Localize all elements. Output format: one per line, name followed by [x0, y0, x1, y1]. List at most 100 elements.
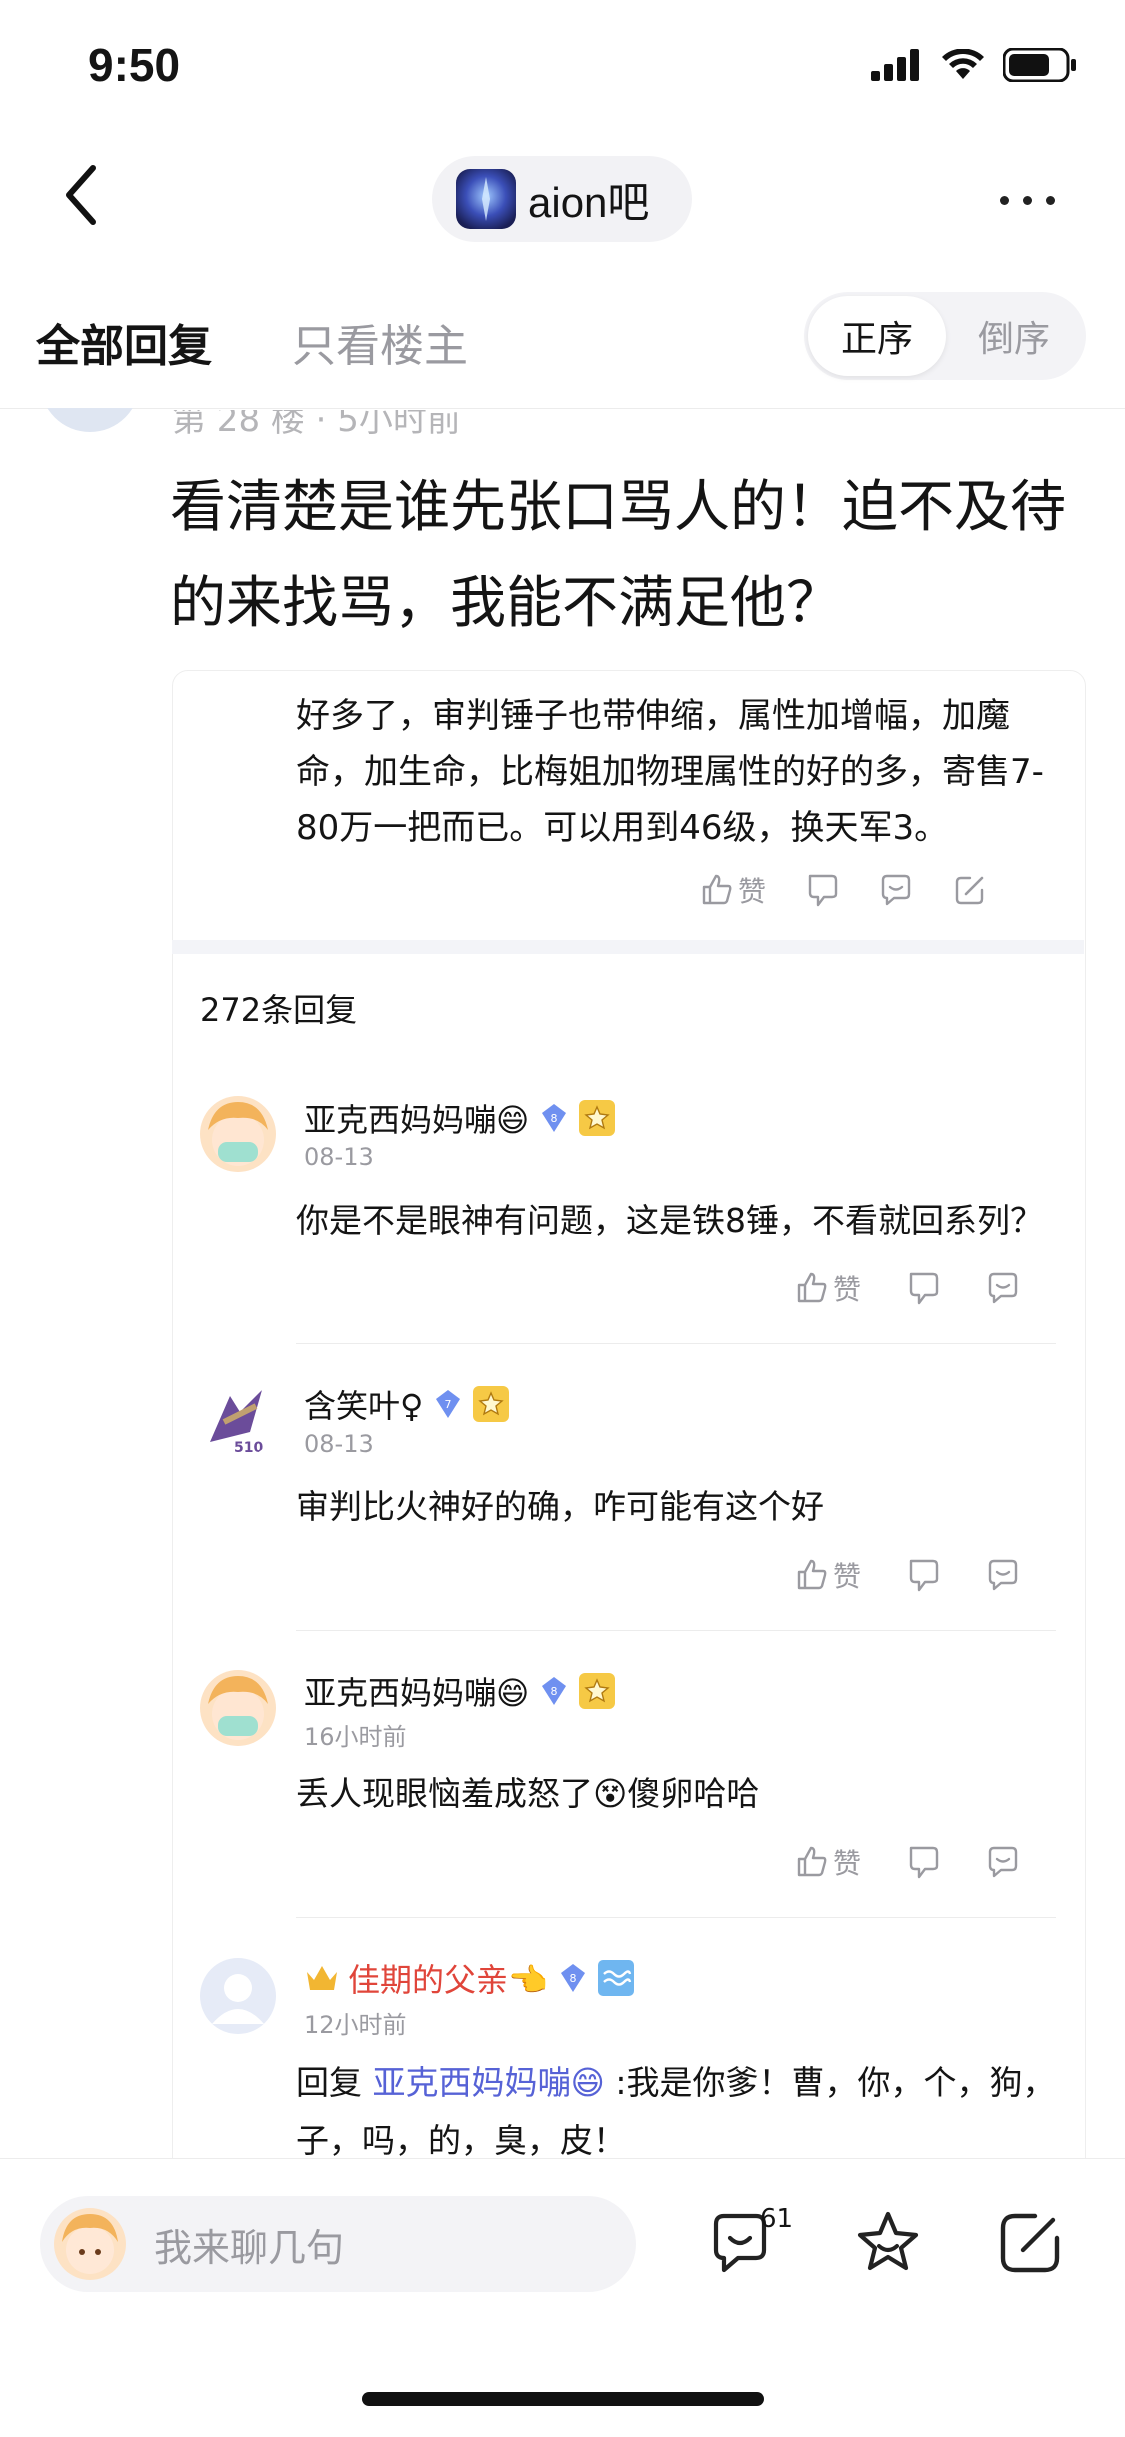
thumbs-down-icon[interactable]: [905, 1270, 941, 1306]
home-indicator: [362, 2392, 764, 2406]
thumbs-up-icon: [797, 1846, 827, 1877]
quoted-reply-actions: 赞: [700, 870, 988, 910]
more-dot-icon: [1000, 195, 1009, 205]
current-user-avatar: [54, 2208, 126, 2280]
like-button[interactable]: 赞: [795, 1842, 861, 1882]
thumbs-up-icon: [797, 1559, 827, 1590]
like-label: 赞: [833, 1273, 862, 1306]
reply-date: 16小时前: [304, 1723, 407, 1751]
battery-icon: [1003, 48, 1076, 82]
thumbs-up-icon: [797, 1272, 827, 1303]
forum-name: aion吧: [528, 178, 650, 226]
back-button[interactable]: [55, 160, 115, 240]
sub-reply-item[interactable]: [200, 1670, 276, 1746]
order-desc-button[interactable]: 倒序: [946, 296, 1082, 376]
cellular-signal-icon: [871, 49, 919, 81]
reply-text-block: 回复 亚克西妈妈嘣😄 :我是你爹！曹，你，个，狗，子，吗，的，臭，皮！: [296, 2054, 1076, 2170]
more-dot-icon: [1046, 195, 1055, 205]
medal-badge-icon: [579, 1100, 616, 1136]
reply-actions: 赞: [795, 1555, 1021, 1595]
crown-icon: [307, 1966, 337, 1990]
sub-reply-item[interactable]: 510: [200, 1382, 276, 1458]
level-badge-icon: 7: [436, 1390, 461, 1418]
quoted-reply-text: 好多了，审判锤子也带伸缩，属性加增幅，加魔命，加生命，比梅姐加物理属性的好的多，…: [296, 696, 1044, 848]
order-toggle: 正序 倒序: [804, 292, 1086, 380]
like-button[interactable]: 赞: [795, 1268, 861, 1308]
reply-username[interactable]: 含笑叶♀: [304, 1381, 423, 1427]
reply-username-row: 佳期的父亲👈 8: [304, 1955, 634, 2001]
reply-date: 12小时前: [304, 2011, 407, 2039]
reply-date: 08-13: [304, 1143, 374, 1171]
level-badge-icon: 8: [560, 1964, 585, 1992]
comment-count-badge: 61: [760, 2204, 794, 2234]
reply-text: 你是不是眼神有问题，这是铁8锤，不看就回系列？: [296, 1201, 1043, 1240]
more-dot-icon: [1023, 195, 1032, 205]
reply-username[interactable]: 佳期的父亲👈: [348, 1955, 548, 2001]
reply-username-row: 亚克西妈妈嘣😄 8 8: [304, 1095, 616, 1141]
reply-to-username[interactable]: 亚克西妈妈嘣😄: [373, 2063, 605, 2102]
reply-divider: [296, 1343, 1056, 1344]
comment-icon[interactable]: [985, 1270, 1021, 1306]
reply-text: 审判比火神好的确，咋可能有这个好: [296, 1487, 824, 1526]
order-asc-button[interactable]: 正序: [808, 296, 946, 376]
comment-icon[interactable]: [985, 1844, 1021, 1880]
header-divider: [0, 408, 1125, 409]
user-avatar[interactable]: [200, 1670, 276, 1746]
forum-title-pill[interactable]: aion吧: [432, 156, 692, 242]
share-button[interactable]: [995, 2208, 1065, 2282]
medal-badge-icon: [473, 1386, 510, 1422]
sub-reply-count[interactable]: 272条回复: [200, 985, 357, 1031]
sub-reply-item[interactable]: [200, 1958, 276, 2034]
sub-reply-item[interactable]: [200, 1096, 276, 1172]
reply-input-placeholder: 我来聊几句: [154, 2225, 345, 2270]
forum-avatar: [456, 169, 516, 229]
reply-divider: [296, 1630, 1056, 1631]
like-button[interactable]: 赞: [795, 1555, 861, 1595]
sub-replies-separator: [172, 940, 1084, 954]
thumbs-down-icon[interactable]: [905, 1557, 941, 1593]
svg-text:8: 8: [569, 1972, 576, 1985]
medal-badge-icon: [579, 1673, 616, 1709]
post-content: 看清楚是谁先张口骂人的！迫不及待的来找骂，我能不满足他？: [170, 475, 1066, 636]
edit-icon[interactable]: [952, 872, 988, 908]
favorite-button[interactable]: [853, 2208, 923, 2282]
reply-date: 08-13: [304, 1430, 374, 1458]
svg-text:510: 510: [234, 1440, 263, 1456]
like-label: 赞: [738, 875, 767, 908]
comment-icon[interactable]: [985, 1557, 1021, 1593]
thumbs-up-icon: [702, 874, 732, 905]
reply-username-row: 亚克西妈妈嘣😄 8: [304, 1668, 616, 1714]
tab-op-only[interactable]: 只看楼主: [292, 310, 468, 374]
like-button[interactable]: 赞: [700, 870, 766, 910]
tab-all-replies[interactable]: 全部回复: [36, 310, 212, 374]
svg-text:8: 8: [551, 1685, 558, 1698]
status-icons: [871, 48, 1077, 82]
star-icon: [857, 2211, 919, 2271]
reply-username-row: 含笑叶♀ 7: [304, 1381, 510, 1427]
level-badge-icon: 8: [542, 1677, 567, 1705]
reply-username[interactable]: 亚克西妈妈嘣😄: [304, 1668, 529, 1714]
reply-actions: 赞: [795, 1842, 1021, 1882]
status-time: 9:50: [88, 39, 181, 91]
reply-prefix: 回复: [296, 2063, 362, 2102]
user-avatar[interactable]: [200, 1958, 276, 2034]
wave-badge-icon: [597, 1960, 634, 1996]
share-icon: [1000, 2213, 1060, 2273]
svg-text:8: 8: [551, 1112, 558, 1125]
reply-divider: [296, 1917, 1056, 1918]
thumbs-down-icon[interactable]: [905, 1844, 941, 1880]
wifi-icon: [942, 49, 984, 79]
svg-text:7: 7: [445, 1398, 452, 1411]
reply-input[interactable]: 我来聊几句: [40, 2196, 636, 2292]
thumbs-down-icon[interactable]: [804, 872, 840, 908]
reply-text: 丢人现眼恼羞成怒了😵傻卵哈哈: [296, 1774, 760, 1813]
comment-icon[interactable]: [878, 872, 914, 908]
reply-actions: 赞: [795, 1268, 1021, 1308]
user-avatar[interactable]: [200, 1096, 276, 1172]
user-avatar[interactable]: 510: [200, 1382, 276, 1458]
like-label: 赞: [833, 1560, 862, 1593]
chevron-left-icon: [66, 165, 96, 225]
more-options-button[interactable]: [1000, 180, 1080, 220]
level-badge-icon: 8: [542, 1104, 567, 1132]
reply-username[interactable]: 亚克西妈妈嘣😄: [304, 1095, 529, 1141]
